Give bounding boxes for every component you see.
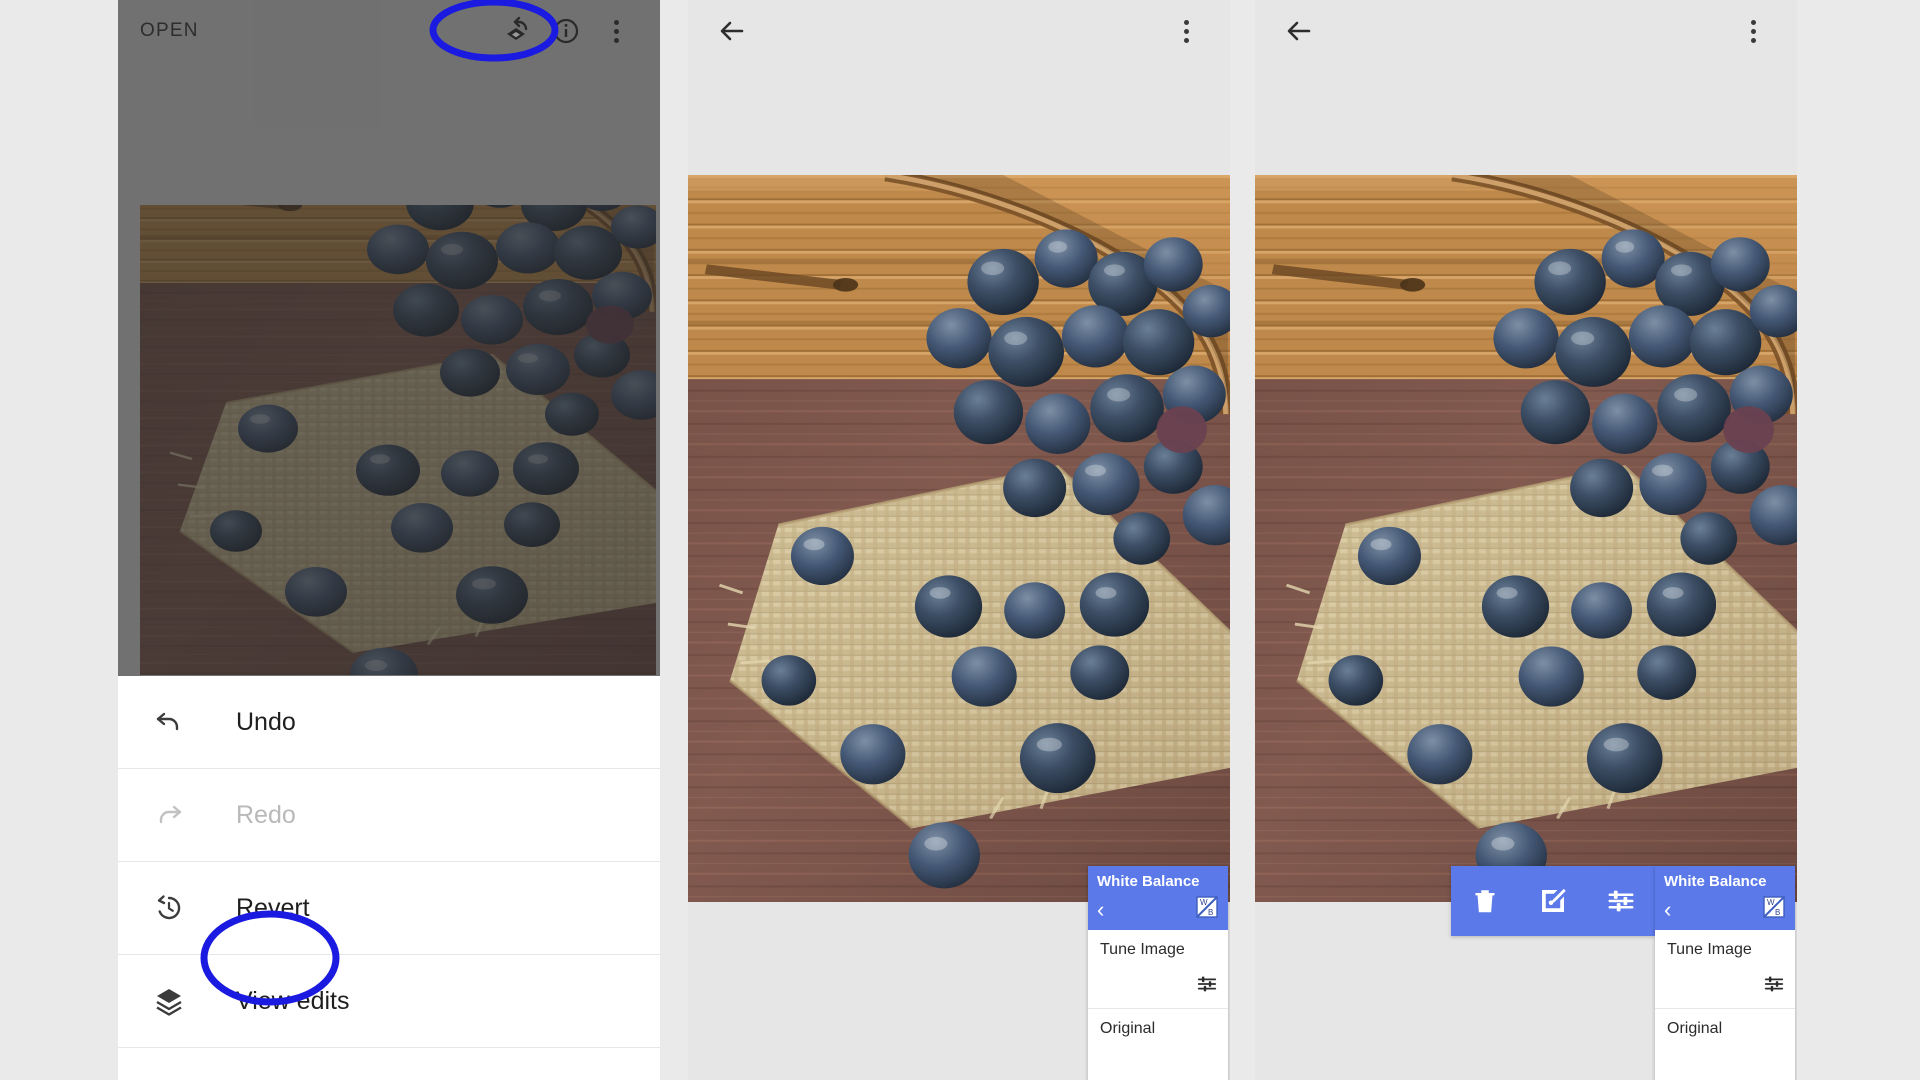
edit-actions-toolbar xyxy=(1451,866,1655,936)
menu-item-undo[interactable]: Undo xyxy=(118,676,660,768)
photo-preview xyxy=(140,205,656,675)
brush-edit-icon[interactable] xyxy=(1522,870,1584,932)
overflow-menu-sheet: Undo Redo Revert View edits xyxy=(118,676,660,1080)
chevron-left-icon[interactable]: ‹ xyxy=(1097,898,1104,921)
appbar xyxy=(1255,0,1797,62)
menu-item-label: Revert xyxy=(236,893,310,922)
menu-item-label: View edits xyxy=(236,986,350,1015)
edit-stack-option-tune-image[interactable]: Tune Image xyxy=(1655,930,1795,1008)
back-arrow-icon[interactable] xyxy=(710,9,754,53)
tune-sliders-icon[interactable] xyxy=(1196,973,1218,1000)
svg-text:W: W xyxy=(1767,898,1775,907)
layers-icon xyxy=(154,986,208,1016)
overflow-menu-icon[interactable] xyxy=(1164,9,1208,53)
menu-item-label: Undo xyxy=(236,707,296,736)
edit-stack-header[interactable]: White Balance ‹ W B xyxy=(1655,866,1795,930)
chevron-left-icon[interactable]: ‹ xyxy=(1664,898,1671,921)
redo-icon xyxy=(154,800,208,830)
photo-preview xyxy=(688,175,1230,902)
menu-item-view-edits[interactable]: View edits xyxy=(118,955,660,1047)
appbar xyxy=(688,0,1230,62)
info-icon[interactable] xyxy=(544,9,588,53)
tune-sliders-icon[interactable] xyxy=(1590,870,1652,932)
tune-sliders-icon[interactable] xyxy=(1763,973,1785,1000)
edit-stack-card: White Balance ‹ W B Tune Image Original xyxy=(1655,866,1795,1080)
panel-edit-stack: White Balance ‹ W B Tune Image Original xyxy=(688,0,1230,1080)
photo-preview xyxy=(1255,175,1797,902)
revert-icon xyxy=(154,893,208,923)
white-balance-icon[interactable]: W B xyxy=(1195,895,1219,924)
edit-stack-option-label: Tune Image xyxy=(1100,940,1185,958)
menu-item-label: Redo xyxy=(236,800,296,829)
edit-stack-option-original[interactable]: Original xyxy=(1655,1007,1795,1080)
edit-stack-title: White Balance xyxy=(1664,873,1767,890)
edit-stack-option-label: Tune Image xyxy=(1667,940,1752,958)
edit-stack-title: White Balance xyxy=(1097,873,1200,890)
menu-item-redo[interactable]: Redo xyxy=(118,769,660,861)
edit-stack-option-label: Original xyxy=(1667,1019,1723,1037)
screenshot-stage: OPEN Undo Redo Revert View edits White B… xyxy=(0,0,1920,1080)
undo-icon xyxy=(154,707,208,737)
white-balance-icon[interactable]: W B xyxy=(1762,895,1786,924)
svg-text:B: B xyxy=(1775,908,1780,917)
edit-stack-option-tune-image[interactable]: Tune Image xyxy=(1088,930,1228,1008)
overflow-menu-icon[interactable] xyxy=(594,9,638,53)
view-edits-stack-icon[interactable] xyxy=(494,9,538,53)
back-arrow-icon[interactable] xyxy=(1277,9,1321,53)
panel-menu: OPEN Undo Redo Revert View edits xyxy=(118,0,660,1080)
overflow-menu-icon[interactable] xyxy=(1731,9,1775,53)
appbar: OPEN xyxy=(118,0,660,62)
edit-stack-option-label: Original xyxy=(1100,1019,1156,1037)
delete-icon[interactable] xyxy=(1454,870,1516,932)
menu-item-revert[interactable]: Revert xyxy=(118,862,660,954)
menu-item-qr-look[interactable]: QR look... xyxy=(118,1048,660,1080)
edit-stack-header[interactable]: White Balance ‹ W B xyxy=(1088,866,1228,930)
svg-text:W: W xyxy=(1200,898,1208,907)
panel-edit-stack-actions: White Balance ‹ W B Tune Image Original xyxy=(1255,0,1797,1080)
svg-text:B: B xyxy=(1208,908,1213,917)
edit-stack-card: White Balance ‹ W B Tune Image Original xyxy=(1088,866,1228,1080)
edit-stack-option-original[interactable]: Original xyxy=(1088,1007,1228,1080)
open-label: OPEN xyxy=(140,20,199,41)
